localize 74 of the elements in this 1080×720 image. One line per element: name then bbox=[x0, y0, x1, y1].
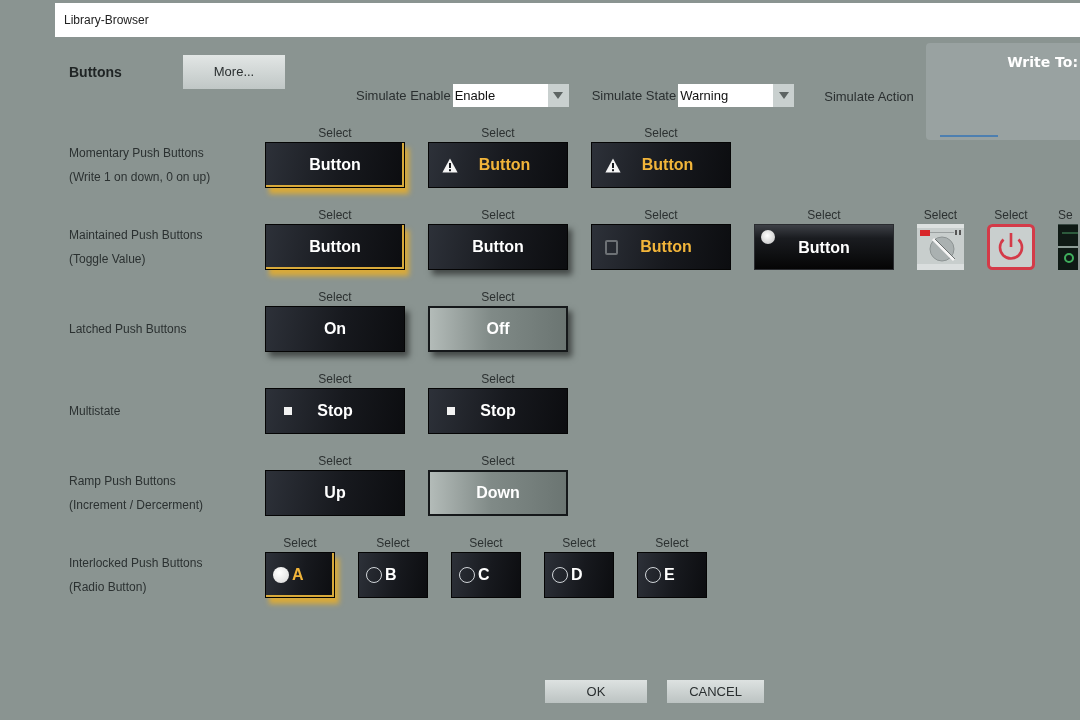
row-label: Latched Push Buttons bbox=[69, 321, 188, 338]
select-caption: Select bbox=[994, 208, 1028, 224]
row-sublabel: (Toggle Value) bbox=[69, 251, 147, 268]
select-caption: Select bbox=[318, 290, 352, 306]
select-caption: Select bbox=[481, 126, 515, 142]
switch-button[interactable] bbox=[1058, 224, 1078, 270]
push-button[interactable]: Up bbox=[265, 470, 405, 516]
section-title: Buttons bbox=[69, 62, 123, 82]
row-label: Maintained Push Buttons bbox=[69, 227, 204, 244]
select-caption: Select bbox=[481, 372, 515, 388]
push-button[interactable]: On bbox=[265, 306, 405, 352]
select-caption: Select bbox=[376, 536, 410, 552]
push-button[interactable]: Stop bbox=[428, 388, 568, 434]
select-caption: Select bbox=[923, 208, 958, 224]
caret-icon bbox=[773, 84, 795, 107]
select-caption: Select bbox=[283, 536, 317, 552]
simulate-label: Simulate Action bbox=[824, 88, 914, 104]
dialog-button[interactable]: OK bbox=[545, 680, 647, 703]
select-caption: Select bbox=[481, 454, 515, 470]
indicator-light-icon bbox=[761, 230, 775, 244]
power-icon bbox=[987, 224, 1035, 270]
push-button[interactable]: Button bbox=[428, 224, 568, 270]
power-button[interactable] bbox=[987, 224, 1035, 270]
select-caption: Select bbox=[481, 290, 515, 306]
stop-icon bbox=[284, 407, 292, 415]
push-button[interactable]: Off bbox=[428, 306, 568, 352]
simulate-label: Simulate Enable bbox=[356, 86, 451, 105]
push-button[interactable]: Button bbox=[591, 224, 731, 270]
stop-icon bbox=[447, 407, 455, 415]
underline-mark bbox=[940, 135, 998, 137]
select-caption: Select bbox=[469, 536, 503, 552]
radio-button[interactable]: E bbox=[637, 552, 707, 598]
row-label: Momentary Push Buttons bbox=[69, 145, 205, 162]
radio-button[interactable]: D bbox=[544, 552, 614, 598]
checkbox[interactable] bbox=[605, 239, 618, 255]
push-button[interactable]: Down bbox=[428, 470, 568, 516]
more-button[interactable]: More... bbox=[183, 55, 285, 89]
select-caption: Select bbox=[644, 126, 678, 142]
select-caption: Select bbox=[807, 208, 841, 224]
select-caption: Se bbox=[1058, 208, 1073, 224]
row-sublabel: (Radio Button) bbox=[69, 579, 148, 596]
push-button[interactable]: Button bbox=[754, 224, 894, 270]
push-button[interactable]: Button bbox=[265, 142, 405, 188]
select-caption: Select bbox=[481, 208, 515, 224]
row-label: Ramp Push Buttons bbox=[69, 473, 177, 490]
selector-switch-icon bbox=[917, 224, 964, 270]
warning-icon bbox=[442, 157, 458, 173]
simulate-label: Simulate State bbox=[591, 86, 677, 105]
dropdown[interactable]: Enable bbox=[452, 84, 569, 107]
push-button[interactable]: Stop bbox=[265, 388, 405, 434]
window-title: Library-Browser bbox=[64, 12, 149, 29]
radio-button[interactable]: B bbox=[358, 552, 428, 598]
select-caption: Select bbox=[318, 126, 352, 142]
radio-button[interactable]: A bbox=[265, 552, 335, 598]
row-sublabel: (Write 1 on down, 0 on up) bbox=[69, 169, 212, 186]
push-button[interactable]: Button bbox=[265, 224, 405, 270]
row-sublabel: (Increment / Dercerment) bbox=[69, 497, 205, 514]
push-button[interactable]: Button bbox=[428, 142, 568, 188]
panel-title: Write To: bbox=[1007, 53, 1078, 72]
dialog-button[interactable]: CANCEL bbox=[667, 680, 764, 703]
warning-icon bbox=[605, 157, 621, 173]
select-caption: Select bbox=[644, 208, 678, 224]
selector-switch-button[interactable] bbox=[917, 224, 964, 270]
select-caption: Select bbox=[655, 536, 689, 552]
push-button[interactable]: Button bbox=[591, 142, 731, 188]
select-caption: Select bbox=[318, 208, 352, 224]
radio-button[interactable]: C bbox=[451, 552, 521, 598]
select-caption: Select bbox=[318, 454, 352, 470]
row-label: Multistate bbox=[69, 403, 122, 420]
row-label: Interlocked Push Buttons bbox=[69, 555, 204, 572]
caret-icon bbox=[547, 84, 569, 107]
dropdown[interactable]: Warning bbox=[678, 84, 795, 107]
select-caption: Select bbox=[562, 536, 596, 552]
select-caption: Select bbox=[318, 372, 352, 388]
